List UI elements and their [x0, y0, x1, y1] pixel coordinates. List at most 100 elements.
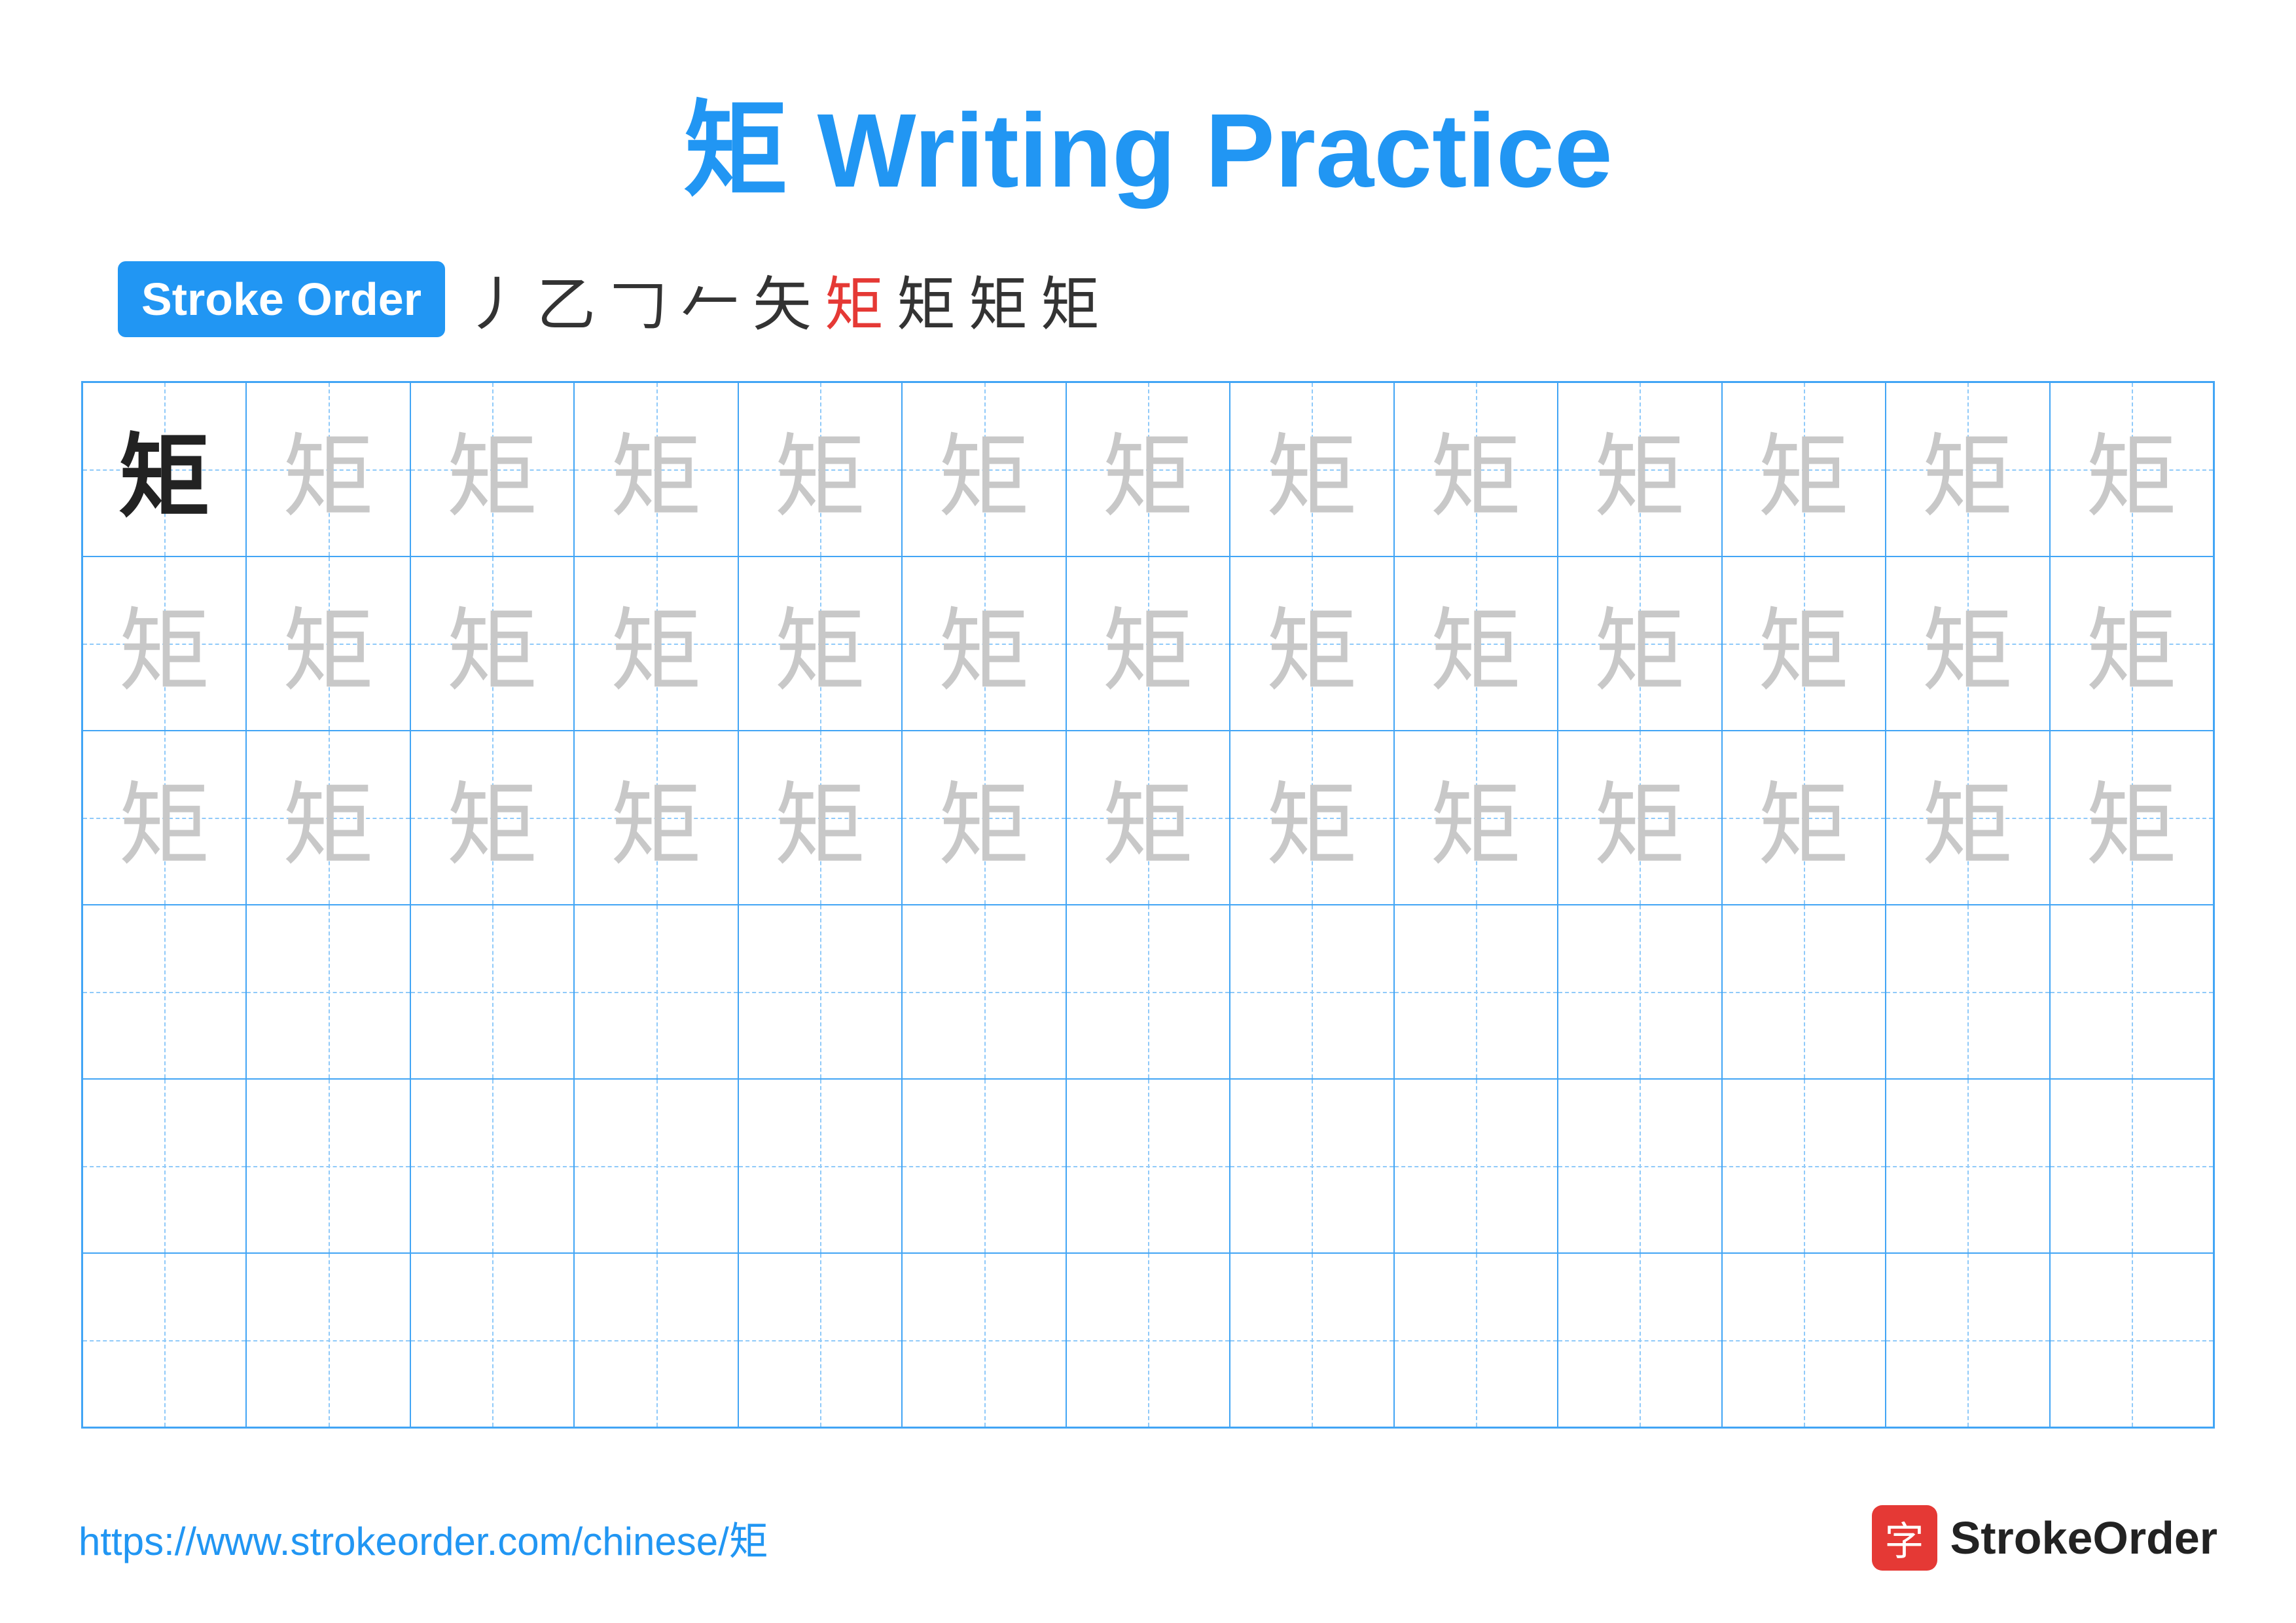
grid-cell[interactable]: 矩 — [902, 731, 1066, 905]
grid-cell[interactable]: 矩 — [1886, 731, 2049, 905]
grid-cell[interactable]: 矩 — [246, 382, 410, 556]
grid-cell[interactable]: 矩 — [1886, 1079, 2049, 1253]
grid-cell[interactable]: 矩 — [2050, 731, 2214, 905]
grid-cell[interactable]: 矩 — [1230, 905, 1393, 1079]
grid-cell[interactable]: 矩 — [1722, 382, 1886, 556]
grid-cell[interactable]: 矩 — [410, 1253, 574, 1427]
grid-cell[interactable]: 矩 — [1722, 1079, 1886, 1253]
grid-cell[interactable]: 矩 — [1394, 1079, 1558, 1253]
cell-character: 矩 — [1430, 577, 1522, 710]
grid-cell[interactable]: 矩 — [1230, 1079, 1393, 1253]
grid-cell[interactable]: 矩 — [1394, 556, 1558, 731]
cell-character: 矩 — [118, 752, 210, 884]
grid-cell[interactable]: 矩 — [2050, 1079, 2214, 1253]
grid-cell[interactable]: 矩 — [1558, 382, 1721, 556]
cell-character: 矩 — [774, 1100, 866, 1232]
grid-cell[interactable]: 矩 — [902, 1079, 1066, 1253]
cell-character: 矩 — [774, 577, 866, 710]
grid-cell[interactable]: 矩 — [246, 1253, 410, 1427]
cell-character: 矩 — [2086, 577, 2178, 710]
grid-cell[interactable]: 矩 — [738, 382, 902, 556]
grid-cell[interactable]: 矩 — [1230, 556, 1393, 731]
footer-url: https://www.strokeorder.com/chinese/矩 — [79, 1510, 768, 1567]
cell-character: 矩 — [283, 1100, 374, 1232]
grid-cell[interactable]: 矩 — [574, 556, 738, 731]
grid-cell[interactable]: 矩 — [1066, 382, 1230, 556]
grid-cell[interactable]: 矩 — [2050, 1253, 2214, 1427]
grid-cell[interactable]: 矩 — [82, 1253, 246, 1427]
grid-cell[interactable]: 矩 — [574, 1079, 738, 1253]
grid-cell[interactable]: 矩 — [82, 382, 246, 556]
grid-cell[interactable]: 矩 — [1558, 905, 1721, 1079]
stroke-step-1: 丿 — [465, 257, 524, 342]
grid-cell[interactable]: 矩 — [738, 1079, 902, 1253]
grid-cell[interactable]: 矩 — [410, 382, 574, 556]
grid-cell[interactable]: 矩 — [1066, 905, 1230, 1079]
grid-cell[interactable]: 矩 — [1558, 731, 1721, 905]
grid-cell[interactable]: 矩 — [1066, 556, 1230, 731]
grid-cell[interactable]: 矩 — [246, 905, 410, 1079]
grid-cell[interactable]: 矩 — [1722, 731, 1886, 905]
grid-cell[interactable]: 矩 — [1558, 1079, 1721, 1253]
grid-cell[interactable]: 矩 — [738, 556, 902, 731]
grid-cell[interactable]: 矩 — [738, 1253, 902, 1427]
grid-cell[interactable]: 矩 — [1886, 1253, 2049, 1427]
grid-cell[interactable]: 矩 — [246, 731, 410, 905]
grid-cell[interactable]: 矩 — [1066, 1253, 1230, 1427]
grid-cell[interactable]: 矩 — [1394, 1253, 1558, 1427]
grid-cell[interactable]: 矩 — [902, 1253, 1066, 1427]
grid-cell[interactable]: 矩 — [1722, 1253, 1886, 1427]
grid-cell[interactable]: 矩 — [1886, 556, 2049, 731]
grid-cell[interactable]: 矩 — [246, 556, 410, 731]
grid-cell[interactable]: 矩 — [1394, 905, 1558, 1079]
grid-cell[interactable]: 矩 — [410, 1079, 574, 1253]
cell-character: 矩 — [939, 926, 1030, 1058]
grid-cell[interactable]: 矩 — [410, 556, 574, 731]
grid-cell[interactable]: 矩 — [1558, 1253, 1721, 1427]
grid-cell[interactable]: 矩 — [410, 905, 574, 1079]
grid-cell[interactable]: 矩 — [738, 731, 902, 905]
grid-cell[interactable]: 矩 — [1722, 556, 1886, 731]
cell-character: 矩 — [2086, 1274, 2178, 1406]
grid-cell[interactable]: 矩 — [1886, 382, 2049, 556]
cell-character: 矩 — [1922, 1100, 2013, 1232]
grid-cell[interactable]: 矩 — [1886, 905, 2049, 1079]
grid-cell[interactable]: 矩 — [574, 905, 738, 1079]
practice-grid: 矩矩矩矩矩矩矩矩矩矩矩矩矩矩矩矩矩矩矩矩矩矩矩矩矩矩矩矩矩矩矩矩矩矩矩矩矩矩矩矩… — [81, 381, 2215, 1429]
cell-character: 矩 — [1266, 1274, 1357, 1406]
cell-character: 矩 — [1102, 926, 1194, 1058]
page-title: 矩 Writing Practice — [683, 65, 1613, 217]
grid-cell[interactable]: 矩 — [1394, 382, 1558, 556]
grid-cell[interactable]: 矩 — [2050, 905, 2214, 1079]
grid-cell[interactable]: 矩 — [574, 731, 738, 905]
cell-character: 矩 — [1102, 403, 1194, 536]
grid-cell[interactable]: 矩 — [902, 382, 1066, 556]
grid-cell[interactable]: 矩 — [1722, 905, 1886, 1079]
stroke-order-badge: Stroke Order — [118, 261, 445, 337]
stroke-step-9: 矩 — [1041, 257, 1100, 342]
grid-cell[interactable]: 矩 — [1394, 731, 1558, 905]
grid-cell[interactable]: 矩 — [82, 556, 246, 731]
grid-cell[interactable]: 矩 — [2050, 382, 2214, 556]
grid-cell[interactable]: 矩 — [410, 731, 574, 905]
grid-cell[interactable]: 矩 — [574, 1253, 738, 1427]
grid-cell[interactable]: 矩 — [1230, 382, 1393, 556]
grid-cell[interactable]: 矩 — [82, 1079, 246, 1253]
cell-character: 矩 — [939, 403, 1030, 536]
grid-cell[interactable]: 矩 — [1066, 1079, 1230, 1253]
grid-cell[interactable]: 矩 — [82, 731, 246, 905]
grid-cell[interactable]: 矩 — [1558, 556, 1721, 731]
grid-cell[interactable]: 矩 — [1230, 731, 1393, 905]
grid-cell[interactable]: 矩 — [574, 382, 738, 556]
grid-cell[interactable]: 矩 — [1230, 1253, 1393, 1427]
grid-cell[interactable]: 矩 — [902, 905, 1066, 1079]
grid-cell[interactable]: 矩 — [902, 556, 1066, 731]
grid-cell[interactable]: 矩 — [2050, 556, 2214, 731]
grid-cell[interactable]: 矩 — [1066, 731, 1230, 905]
cell-character: 矩 — [611, 1100, 702, 1232]
grid-cell[interactable]: 矩 — [738, 905, 902, 1079]
cell-character: 矩 — [1758, 752, 1850, 884]
grid-cell[interactable]: 矩 — [246, 1079, 410, 1253]
cell-character: 矩 — [1922, 403, 2013, 536]
grid-cell[interactable]: 矩 — [82, 905, 246, 1079]
